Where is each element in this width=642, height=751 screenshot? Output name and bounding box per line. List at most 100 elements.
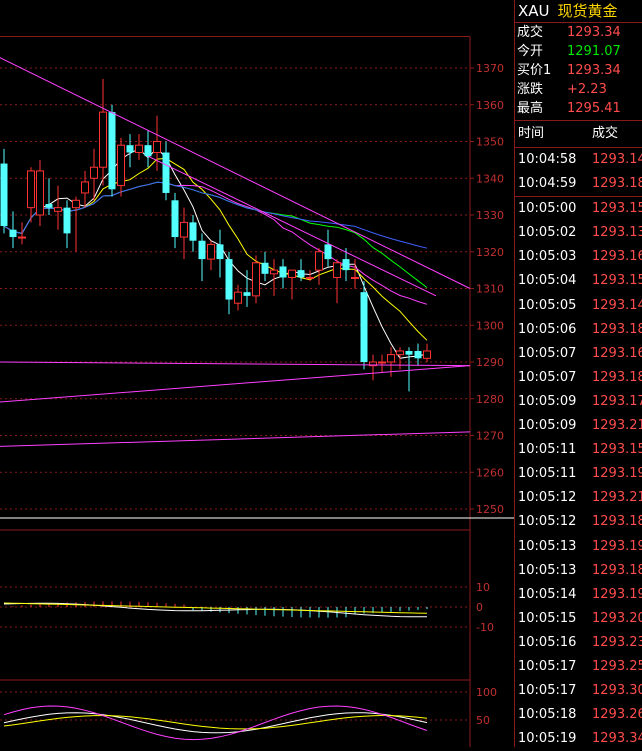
tick-time: 10:05:07	[518, 345, 577, 361]
kdj-tick-label: 100	[476, 686, 497, 699]
candle-body-up	[72, 199, 80, 209]
quote-value: 1293.34	[567, 25, 621, 40]
candle-body-down	[279, 266, 287, 278]
kline-chart[interactable]: 1250 1260 1270 1280 1290 1300 1310 1320 1330 1340…	[0, 0, 514, 747]
candle-body-up	[27, 170, 35, 209]
candle-body-up	[153, 141, 161, 154]
tick-price: 1293.14	[592, 297, 642, 313]
tick-price: 1293.18	[592, 369, 642, 385]
candle-body-down	[108, 112, 116, 190]
tick-row: 10:05:11 1293.19	[515, 462, 642, 486]
tick-row: 10:05:07 1293.16	[515, 342, 642, 366]
ticks-header: 时间 成交	[515, 121, 642, 148]
candle-body-down	[198, 240, 206, 260]
candle-body-down	[45, 203, 53, 208]
tick-price: 1293.15	[592, 442, 642, 458]
tick-time: 10:05:17	[518, 658, 577, 674]
candle-body-down	[189, 222, 197, 241]
tick-time: 10:05:13	[518, 538, 577, 554]
tick-time: 10:05:06	[518, 321, 577, 337]
y-tick-label: 1280	[476, 393, 504, 406]
candle-body-down	[162, 152, 170, 193]
candle-body-up	[252, 262, 260, 297]
tick-price: 1293.26	[592, 707, 642, 723]
tick-row: 10:05:19 1293.34	[515, 727, 642, 751]
tick-row: 10:05:02 1293.13	[515, 221, 642, 245]
symbol-code: XAU	[518, 2, 550, 20]
quote-bid: 买价1 1293.34	[515, 61, 642, 80]
candle-body-down	[414, 350, 422, 359]
quote-summary: 成交 1293.34 今开 1291.07 买价1 1293.34 涨跌 +2.23 最…	[515, 23, 642, 121]
candle-body-down	[171, 200, 179, 238]
tick-price: 1293.18	[592, 321, 642, 337]
tick-row: 10:05:13 1293.19	[515, 535, 642, 559]
quote-value: +2.23	[567, 82, 607, 97]
kdj-line	[3, 712, 428, 734]
quote-value: 1293.34	[567, 63, 621, 78]
tick-price: 1293.19	[592, 466, 642, 482]
candle-body-up	[18, 236, 26, 239]
tick-price: 1293.21	[592, 490, 642, 506]
candle-body-up	[396, 350, 404, 356]
candle-body-up	[81, 181, 89, 194]
kdj-line	[3, 714, 428, 730]
tick-row: 10:05:12 1293.21	[515, 486, 642, 510]
y-tick-label: 1370	[476, 62, 504, 75]
tick-price: 1293.34	[592, 731, 642, 747]
symbol-header: XAU 现货黄金	[515, 0, 642, 23]
tick-time: 10:05:11	[518, 442, 577, 458]
tick-time: 10:05:12	[518, 514, 577, 530]
candle-body-up	[207, 243, 215, 260]
quote-label: 买价1	[517, 63, 552, 78]
candle-body-up	[306, 276, 314, 279]
candle-body-down	[297, 270, 305, 278]
trend-line	[0, 431, 471, 447]
tick-time: 10:05:14	[518, 586, 577, 602]
candle-body-down	[225, 259, 233, 300]
candle-body-down	[324, 244, 332, 260]
tick-price: 1293.15	[592, 201, 642, 217]
tick-price: 1293.18	[592, 176, 642, 192]
tick-price: 1293.13	[592, 225, 642, 241]
trend-line	[0, 365, 471, 403]
tick-time: 10:05:16	[518, 634, 577, 650]
candle-body-down	[342, 259, 350, 271]
candle-body-down	[9, 229, 17, 238]
tick-time: 10:05:07	[518, 369, 577, 385]
candle-body-down	[63, 207, 71, 234]
kdj-line	[3, 705, 428, 741]
tick-row: 10:05:09 1293.17	[515, 390, 642, 414]
candle-body-down	[144, 145, 152, 157]
tick-price: 1293.17	[592, 393, 642, 409]
macd-tick-label: 10	[476, 581, 490, 594]
tick-time: 10:05:13	[518, 562, 577, 578]
tick-time: 10:05:09	[518, 393, 577, 409]
candle-body-down	[216, 244, 224, 260]
quote-change: 涨跌 +2.23	[515, 80, 642, 99]
tick-price: 1293.23	[592, 634, 642, 650]
candle-body-down	[243, 292, 251, 296]
tick-row: 10:05:05 1293.14	[515, 294, 642, 318]
y-tick-label: 1250	[476, 503, 504, 516]
tick-time: 10:05:03	[518, 249, 577, 265]
tick-time: 10:05:18	[518, 707, 577, 723]
tick-time: 10:05:00	[518, 201, 577, 217]
candle-body-up	[270, 269, 278, 275]
y-tick-label: 1290	[476, 356, 504, 369]
tick-row: 10:05:17 1293.25	[515, 655, 642, 679]
tick-price: 1293.25	[592, 658, 642, 674]
tick-price: 1293.20	[592, 610, 642, 626]
y-tick-label: 1300	[476, 319, 504, 332]
tick-time: 10:04:59	[518, 176, 577, 192]
tick-row: 10:04:58 1293.14	[515, 148, 642, 172]
tick-price: 1293.18	[592, 514, 642, 530]
candle-body-up	[234, 291, 242, 304]
candle-body-up	[180, 221, 188, 238]
tick-time: 10:05:02	[518, 225, 577, 241]
y-tick-label: 1260	[476, 466, 504, 479]
candle-body-down	[261, 262, 269, 274]
candle-body-up	[36, 170, 44, 216]
tick-list[interactable]: 10:04:58 1293.14 10:04:59 1293.18 10:05:00 12…	[515, 148, 642, 751]
candle-body-up	[117, 144, 125, 187]
trend-line	[0, 57, 471, 289]
